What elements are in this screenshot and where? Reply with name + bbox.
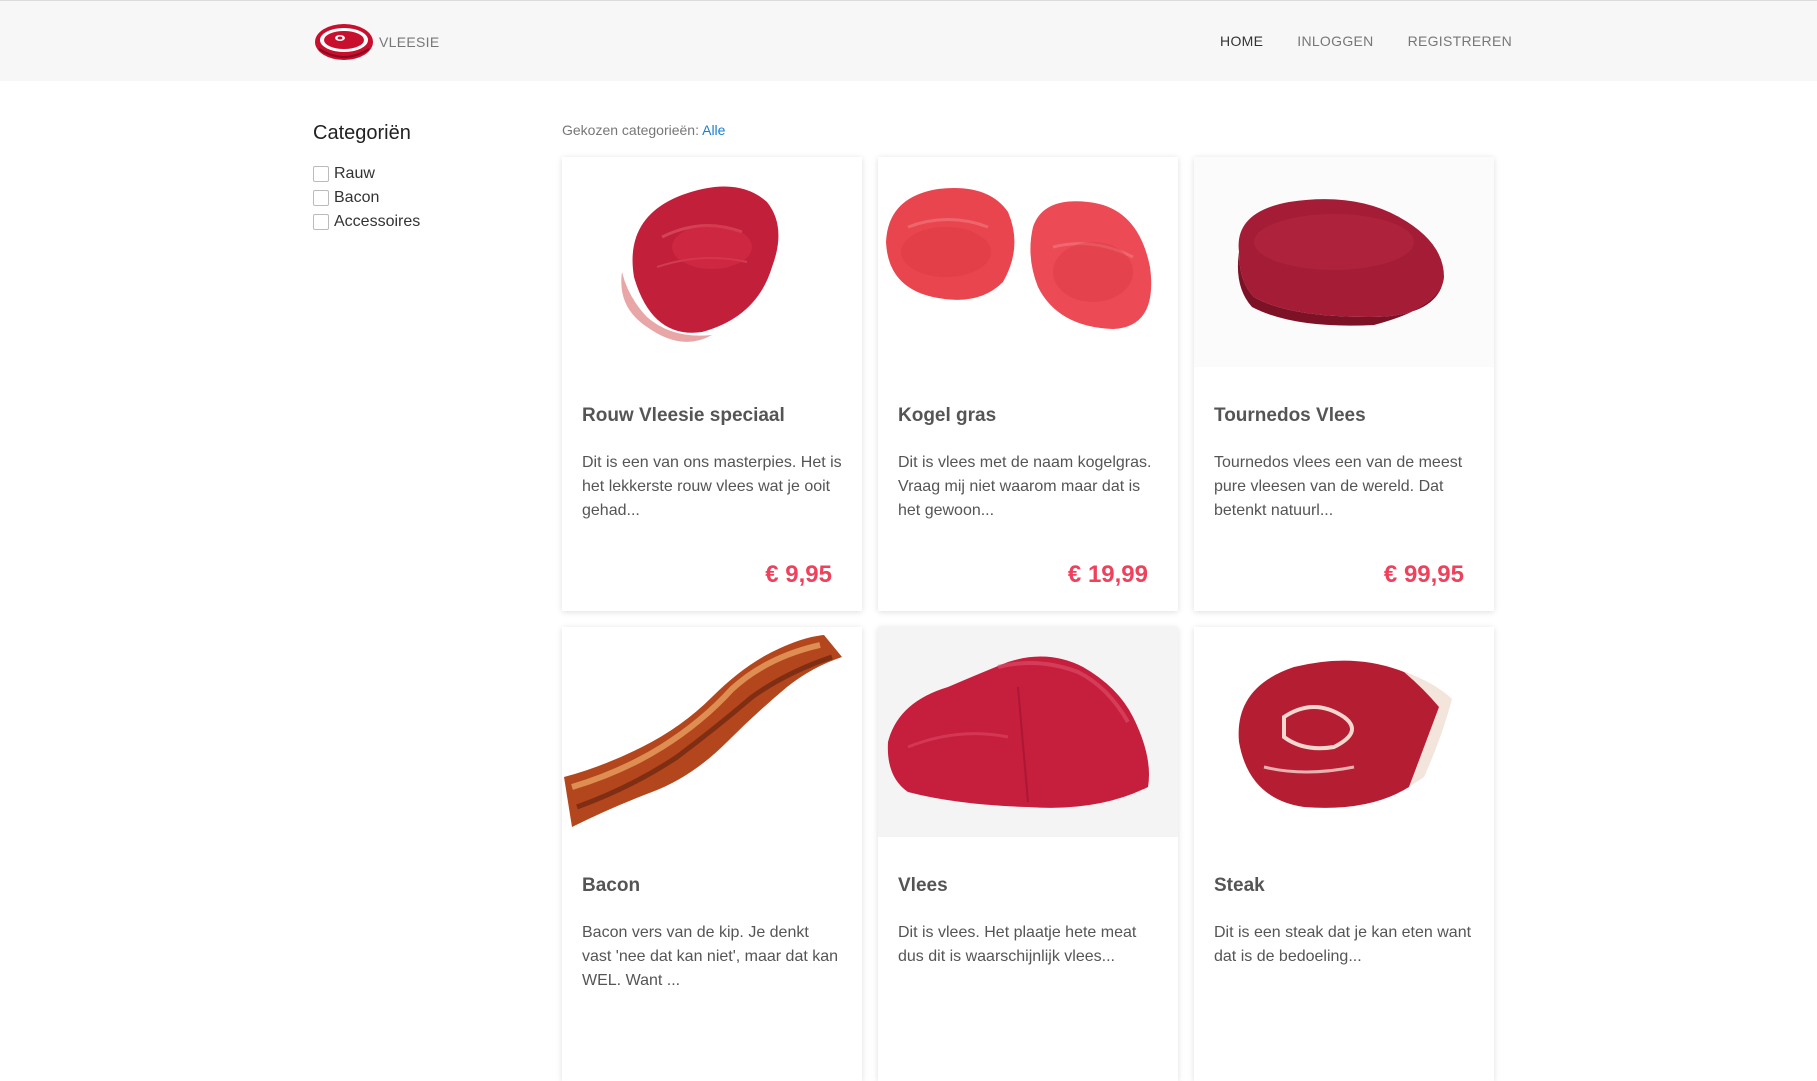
category-label: Bacon [334,189,380,206]
product-description: Dit is vlees. Het plaatje hete meat dus … [898,924,1137,965]
product-price: € 9,95 [765,561,832,588]
chosen-categories-label: Gekozen categorieën: [562,122,699,138]
category-item-accessoires[interactable]: Accessoires [313,210,533,234]
category-list: Rauw Bacon Accessoires [313,162,533,234]
chosen-categories: Gekozen categorieën: Alle [562,122,1506,140]
product-image-meat-chunk [878,627,1178,837]
product-card[interactable]: Vlees Dit is vlees. Het plaatje hete mea… [878,627,1178,1081]
nav-home[interactable]: HOME [1220,33,1263,49]
top-navbar: VLEESIE HOME INLOGGEN REGISTREREN [0,0,1817,81]
category-sidebar: Categoriën Rauw Bacon Accessoires [313,122,533,234]
product-description: Tournedos vlees een van de meest pure vl… [1214,454,1463,519]
product-description: Dit is vlees met de naam kogelgras. Vraa… [898,454,1152,519]
category-checkbox[interactable] [313,190,329,206]
product-card[interactable]: Tournedos Vlees Tournedos vlees een van … [1194,157,1494,611]
product-price: € 99,95 [1383,561,1464,588]
chosen-categories-value[interactable]: Alle [702,122,725,138]
category-item-bacon[interactable]: Bacon [313,186,533,210]
sidebar-title: Categoriën [313,122,411,144]
product-description: Bacon vers van de kip. Je denkt vast 'ne… [582,924,839,989]
category-checkbox[interactable] [313,214,329,230]
brand-name: VLEESIE [379,34,440,50]
product-grid: Rouw Vleesie speciaal Dit is een van ons… [562,157,1506,1081]
product-title: Kogel gras [898,405,997,426]
product-description: Dit is een van ons masterpies. Het is he… [582,454,842,519]
product-card[interactable]: Steak Dit is een steak dat je kan eten w… [1194,627,1494,1081]
product-area: Gekozen categorieën: Alle Rouw Vleesie s… [562,122,1506,1081]
category-item-rauw[interactable]: Rauw [313,162,533,186]
steak-logo-icon [315,24,373,60]
brand-link[interactable]: VLEESIE [313,21,439,63]
product-title: Rouw Vleesie speciaal [582,405,785,426]
category-checkbox[interactable] [313,166,329,182]
product-title: Tournedos Vlees [1214,405,1366,426]
main-nav: HOME INLOGGEN REGISTREREN [1220,33,1512,49]
product-title: Steak [1214,875,1265,896]
product-image-tournedos [1194,157,1494,367]
nav-login[interactable]: INLOGGEN [1297,33,1373,49]
product-price: € 19,99 [1067,561,1148,588]
product-image-two-steaks [878,157,1178,367]
product-image-raw-steak [562,157,862,367]
product-title: Vlees [898,875,948,896]
product-image-ribeye-steak [1194,627,1494,837]
product-description: Dit is een steak dat je kan eten want da… [1214,924,1472,965]
product-card[interactable]: Rouw Vleesie speciaal Dit is een van ons… [562,157,862,611]
product-image-bacon-strip [562,627,862,837]
category-label: Accessoires [334,213,421,230]
product-card[interactable]: Bacon Bacon vers van de kip. Je denkt va… [562,627,862,1081]
product-title: Bacon [582,875,641,896]
nav-register[interactable]: REGISTREREN [1408,33,1512,49]
product-card[interactable]: Kogel gras Dit is vlees met de naam koge… [878,157,1178,611]
category-label: Rauw [334,165,375,182]
